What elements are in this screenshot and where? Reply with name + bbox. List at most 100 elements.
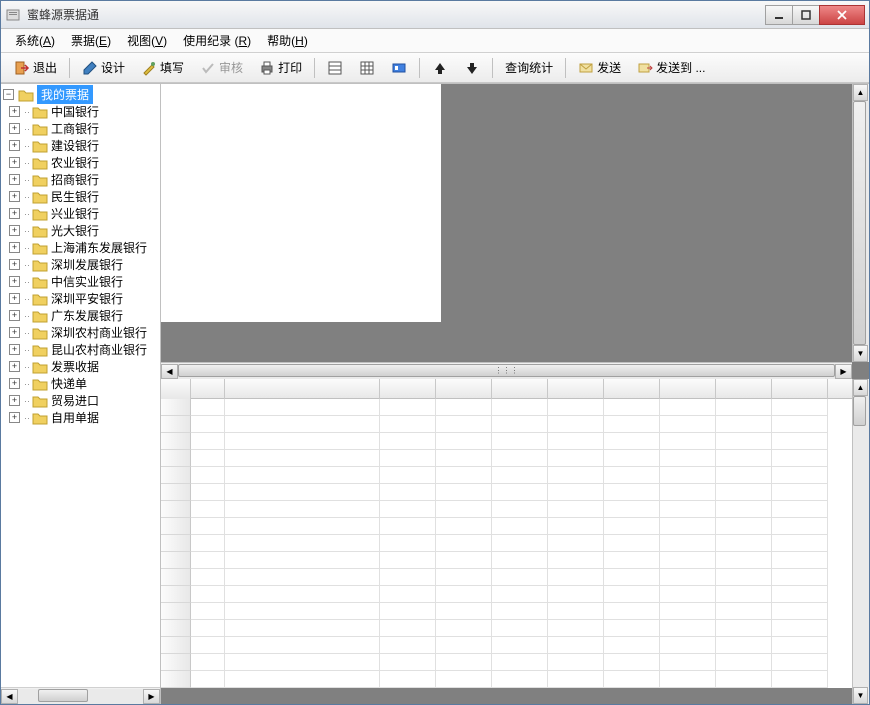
grid-cell[interactable] (191, 603, 225, 620)
scroll-left-icon[interactable]: ◀ (161, 364, 178, 379)
grid-cell[interactable] (380, 518, 436, 535)
grid-cell[interactable] (492, 552, 548, 569)
tree-item[interactable]: +··自用单据 (3, 409, 158, 426)
grid-cell[interactable] (660, 467, 716, 484)
grid-body[interactable] (161, 399, 852, 688)
grid-cell[interactable] (548, 637, 604, 654)
grid-header-cell[interactable] (380, 379, 436, 399)
grid-cell[interactable] (436, 671, 492, 688)
grid-cell[interactable] (772, 569, 828, 586)
grid-cell[interactable] (716, 467, 772, 484)
grid-cell[interactable] (436, 399, 492, 416)
table-row[interactable] (161, 654, 852, 671)
grid-row-header[interactable] (161, 586, 191, 603)
grid-cell[interactable] (716, 569, 772, 586)
grid-header-cell[interactable] (660, 379, 716, 399)
view-grid-button[interactable] (352, 56, 382, 80)
exit-button[interactable]: 退出 (7, 55, 64, 80)
grid-cell[interactable] (436, 637, 492, 654)
grid-row-header[interactable] (161, 518, 191, 535)
grid-cell[interactable] (225, 467, 380, 484)
grid-cell[interactable] (492, 569, 548, 586)
grid-header-cell[interactable] (161, 379, 191, 399)
tree-item[interactable]: +··招商银行 (3, 171, 158, 188)
menu-bill[interactable]: 票据(E) (65, 30, 117, 51)
grid-cell[interactable] (772, 620, 828, 637)
grid-cell[interactable] (191, 671, 225, 688)
move-down-button[interactable] (457, 56, 487, 80)
scroll-up-icon[interactable]: ▲ (853, 379, 868, 396)
scroll-thumb[interactable] (38, 689, 88, 702)
grid-cell[interactable] (604, 603, 660, 620)
grid-cell[interactable] (492, 654, 548, 671)
table-row[interactable] (161, 399, 852, 416)
minimize-button[interactable] (765, 5, 793, 25)
grid-cell[interactable] (604, 552, 660, 569)
table-row[interactable] (161, 552, 852, 569)
tree-item[interactable]: +··民生银行 (3, 188, 158, 205)
table-row[interactable] (161, 484, 852, 501)
grid-cell[interactable] (660, 620, 716, 637)
grid-cell[interactable] (225, 501, 380, 518)
grid-row-header[interactable] (161, 484, 191, 501)
expand-icon[interactable]: + (9, 191, 20, 202)
expand-icon[interactable]: + (9, 395, 20, 406)
grid-cell[interactable] (380, 620, 436, 637)
grid-header-cell[interactable] (436, 379, 492, 399)
tree-root[interactable]: − 我的票据 (3, 86, 158, 103)
grid-cell[interactable] (716, 586, 772, 603)
grid-cell[interactable] (604, 654, 660, 671)
grid-cell[interactable] (660, 416, 716, 433)
expand-icon[interactable]: + (9, 361, 20, 372)
grid-cell[interactable] (772, 433, 828, 450)
table-row[interactable] (161, 671, 852, 688)
table-row[interactable] (161, 518, 852, 535)
grid-cell[interactable] (772, 467, 828, 484)
grid-cell[interactable] (225, 603, 380, 620)
grid-cell[interactable] (660, 501, 716, 518)
close-button[interactable] (819, 5, 865, 25)
grid-cell[interactable] (772, 552, 828, 569)
grid-cell[interactable] (492, 501, 548, 518)
grid-cell[interactable] (716, 535, 772, 552)
table-row[interactable] (161, 416, 852, 433)
grid-cell[interactable] (548, 416, 604, 433)
grid-cell[interactable] (548, 603, 604, 620)
grid-cell[interactable] (225, 399, 380, 416)
grid-cell[interactable] (492, 484, 548, 501)
grid-cell[interactable] (772, 450, 828, 467)
scroll-thumb[interactable] (853, 101, 866, 345)
tree-item[interactable]: +··深圳农村商业银行 (3, 324, 158, 341)
scroll-right-icon[interactable]: ▶ (835, 364, 852, 379)
scroll-thumb[interactable] (853, 396, 866, 426)
expand-icon[interactable]: + (9, 327, 20, 338)
grid-cell[interactable] (604, 569, 660, 586)
grid-cell[interactable] (225, 433, 380, 450)
grid-cell[interactable] (436, 416, 492, 433)
scroll-down-icon[interactable]: ▼ (853, 345, 868, 362)
grid-cell[interactable] (436, 569, 492, 586)
grid-cell[interactable] (660, 671, 716, 688)
grid-cell[interactable] (436, 501, 492, 518)
view-card-button[interactable] (384, 56, 414, 80)
grid-cell[interactable] (225, 450, 380, 467)
grid-row-header[interactable] (161, 467, 191, 484)
expand-icon[interactable]: + (9, 157, 20, 168)
grid-cell[interactable] (191, 586, 225, 603)
table-row[interactable] (161, 586, 852, 603)
grid-cell[interactable] (772, 416, 828, 433)
maximize-button[interactable] (792, 5, 820, 25)
grid-cell[interactable] (660, 603, 716, 620)
menu-system[interactable]: 系统(A) (9, 30, 61, 51)
grid-cell[interactable] (436, 518, 492, 535)
grid-cell[interactable] (436, 450, 492, 467)
grid-cell[interactable] (548, 569, 604, 586)
expand-icon[interactable]: + (9, 225, 20, 236)
grid-header-cell[interactable] (604, 379, 660, 399)
preview-hscroll[interactable]: ◀ ⋮⋮⋮ ▶ (161, 362, 852, 379)
grid-cell[interactable] (225, 552, 380, 569)
grid-row-header[interactable] (161, 620, 191, 637)
grid-cell[interactable] (660, 518, 716, 535)
scroll-right-icon[interactable]: ▶ (143, 689, 160, 704)
expand-icon[interactable]: + (9, 276, 20, 287)
